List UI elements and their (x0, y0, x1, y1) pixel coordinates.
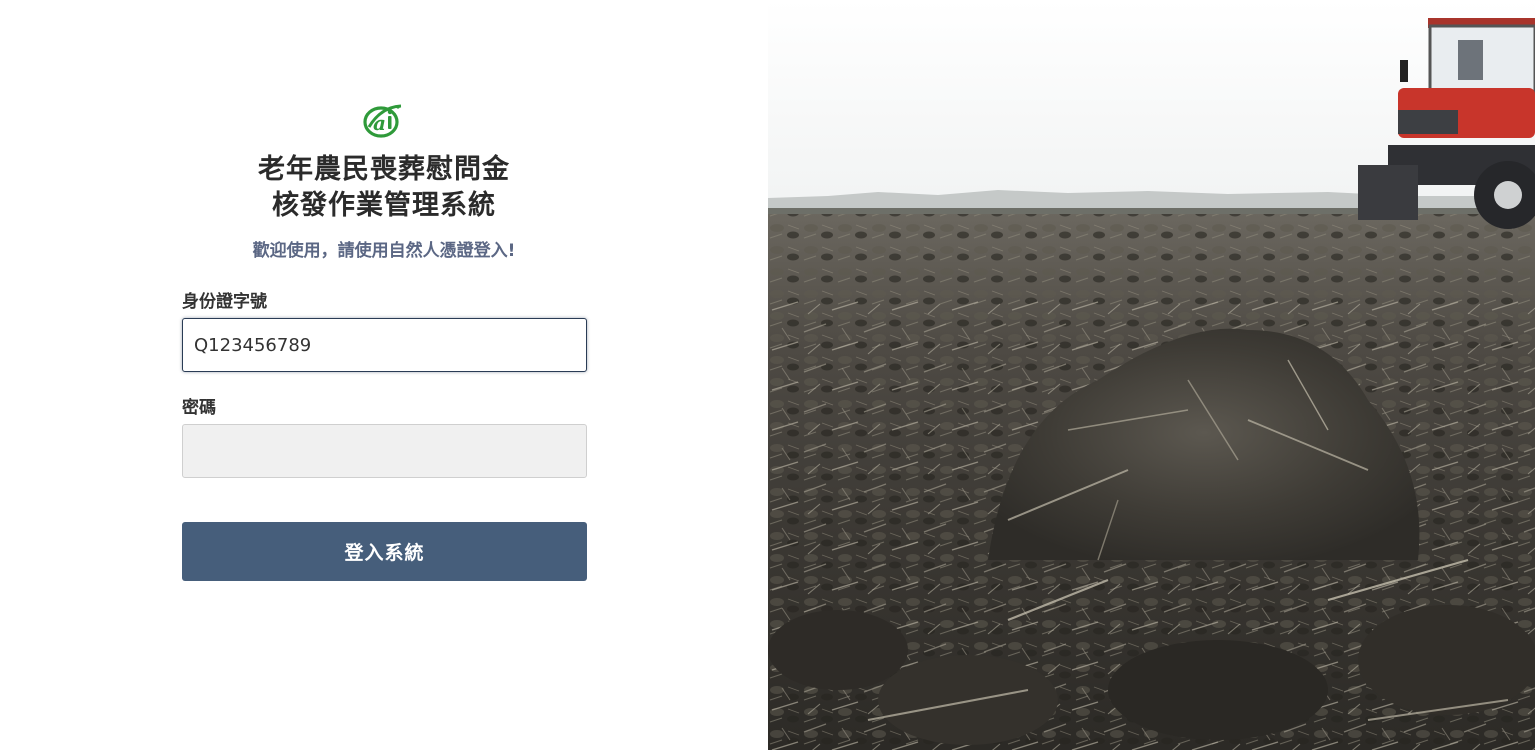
svg-text:a: a (373, 111, 386, 135)
id-number-input[interactable] (182, 318, 587, 372)
password-input[interactable] (182, 424, 587, 478)
title-line-2: 核發作業管理系統 (272, 190, 496, 221)
login-page: a 老年農民喪葬慰問金 核發作業管理系統 歡迎使用，請使用自然人憑證登入! 身份… (0, 0, 1535, 750)
page-title: 老年農民喪葬慰問金 核發作業管理系統 (0, 152, 768, 224)
password-label: 密碼 (182, 398, 216, 418)
id-number-label: 身份證字號 (182, 292, 267, 312)
farm-field-illustration (768, 0, 1535, 750)
agency-logo-icon: a (363, 104, 402, 138)
hero-photo (768, 0, 1535, 750)
title-line-1: 老年農民喪葬慰問金 (258, 154, 510, 185)
welcome-message: 歡迎使用，請使用自然人憑證登入! (252, 241, 516, 261)
login-button[interactable]: 登入系統 (182, 522, 587, 581)
login-panel: a 老年農民喪葬慰問金 核發作業管理系統 歡迎使用，請使用自然人憑證登入! 身份… (0, 0, 768, 750)
